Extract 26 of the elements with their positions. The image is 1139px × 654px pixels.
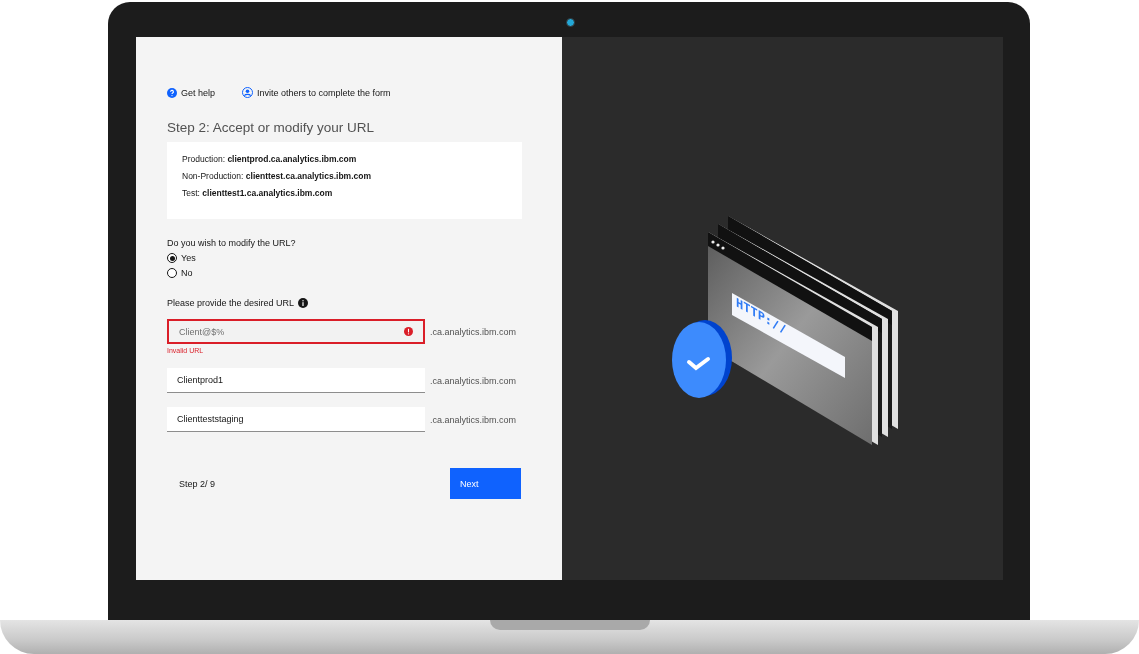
check-badge-icon — [672, 320, 732, 398]
domain-suffix: .ca.analytics.ibm.com — [430, 375, 517, 386]
radio-icon[interactable] — [167, 253, 177, 263]
url-line: Non-Production: clienttest.ca.analytics.ibm.com — [182, 171, 372, 181]
domain-suffix: .ca.analytics.ibm.com — [430, 414, 517, 425]
url-line: Test: clienttest1.ca.analytics.ibm.com — [182, 188, 334, 198]
prompt-text: Please provide the desired URL — [167, 298, 295, 308]
step-title: Step 2: Accept or modify your URL — [167, 120, 376, 135]
help-link[interactable]: Get help — [167, 87, 216, 98]
invite-link[interactable]: Invite others to complete the form — [242, 87, 391, 98]
info-icon — [298, 298, 309, 308]
radio-icon[interactable] — [167, 268, 177, 278]
url-input-field[interactable]: Client@$% — [167, 319, 425, 344]
radio-option[interactable]: No — [167, 268, 522, 278]
domain-suffix: .ca.analytics.ibm.com — [430, 326, 517, 337]
url-line: Production: clientprod.ca.analytics.ibm.com — [182, 154, 358, 164]
next-button[interactable]: Next — [450, 468, 521, 499]
question-text: Do you wish to modify the URL? — [167, 238, 297, 248]
help-icon — [167, 87, 177, 98]
url-input-field[interactable]: Clientprod1 — [167, 368, 425, 393]
radio-option[interactable]: Yes — [167, 253, 522, 263]
error-icon — [404, 327, 413, 336]
camera-icon — [566, 18, 575, 27]
user-icon — [242, 87, 254, 98]
step-counter: Step 2/ 9 — [179, 478, 216, 489]
url-input-field[interactable]: Clientteststaging — [167, 407, 425, 432]
